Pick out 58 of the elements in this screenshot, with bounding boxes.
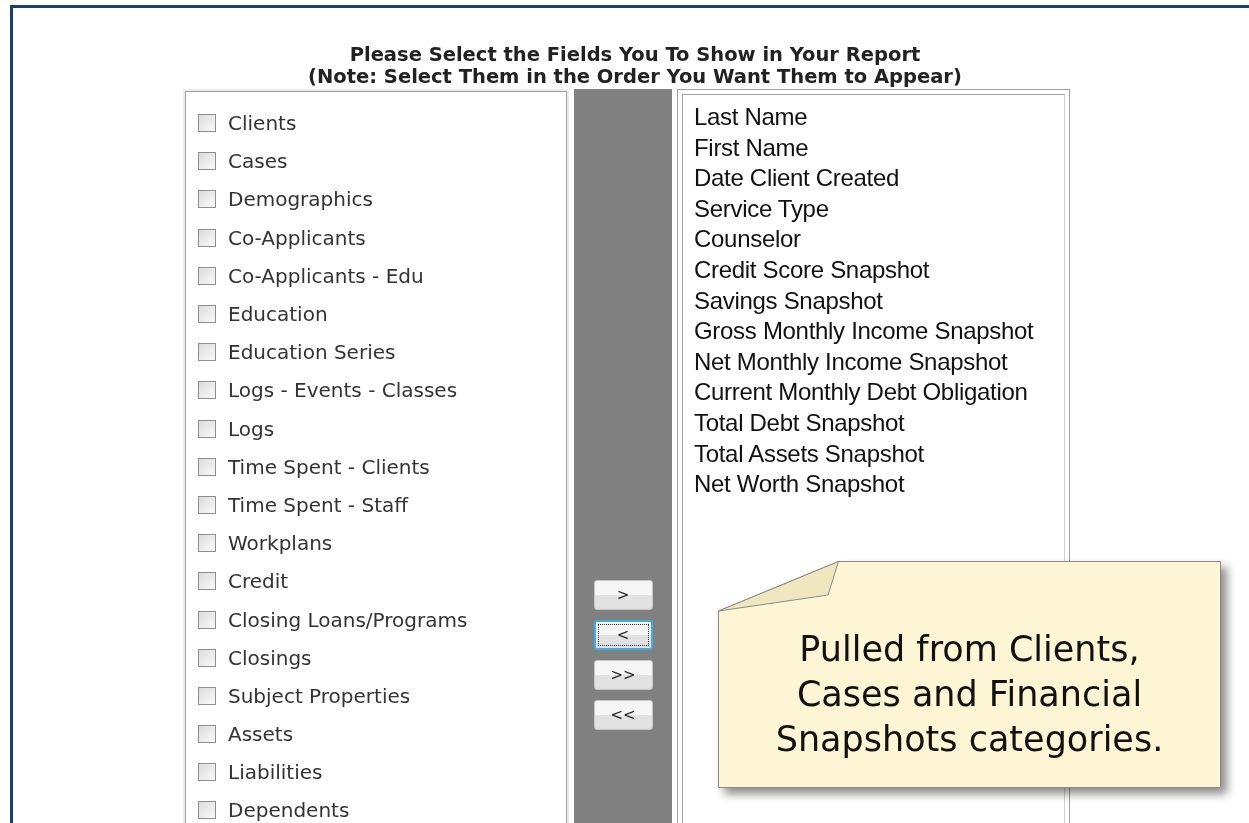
selected-field[interactable]: Credit Score Snapshot (694, 254, 1064, 286)
heading-note: (Note: Select Them in the Order You Want Them to Appear) (307, 66, 963, 88)
selected-field[interactable]: First Name (694, 132, 1064, 164)
checkbox[interactable] (198, 381, 216, 400)
checkbox[interactable] (198, 725, 216, 744)
selected-field[interactable]: Current Monthly Debt Obligation (694, 377, 1064, 408)
selected-field[interactable]: Savings Snapshot (694, 285, 1064, 317)
selected-field[interactable]: Gross Monthly Income Snapshot (694, 316, 1064, 347)
checkbox[interactable] (198, 419, 216, 438)
selected-field[interactable]: Total Assets Snapshot (694, 438, 1064, 470)
callout-text: Pulled from Clients, Cases and Financial Snapshots categories. (774, 628, 1165, 761)
checkbox[interactable] (198, 152, 216, 171)
move-button[interactable]: < (593, 620, 653, 650)
checkbox[interactable] (198, 648, 216, 667)
heading-text: Please Select the Fields You To Show in Your Report (348, 44, 922, 66)
checkbox[interactable] (198, 801, 216, 820)
checkbox[interactable] (198, 686, 216, 705)
move-button[interactable]: > (593, 580, 653, 610)
field-label: Clients (228, 111, 297, 136)
checkbox[interactable] (198, 114, 216, 133)
checkbox[interactable] (198, 190, 216, 209)
checkbox[interactable] (198, 457, 216, 476)
field-label: Subject Properties (228, 683, 411, 708)
field-label: Time Spent - Staff (228, 492, 409, 517)
field-label: Logs - Events - Classes (228, 378, 458, 403)
field-label: Dependents (228, 798, 350, 823)
selected-field[interactable]: Counselor (694, 224, 1064, 255)
selected-field[interactable]: Last Name (694, 102, 1064, 133)
field-label: Logs (228, 416, 275, 441)
field-label: Closing Loans/Programs (228, 607, 468, 632)
checkbox[interactable] (198, 572, 216, 591)
checkbox[interactable] (198, 495, 216, 514)
selected-field[interactable]: Total Debt Snapshot (694, 407, 1064, 439)
selected-field[interactable]: Net Monthly Income Snapshot (694, 346, 1064, 378)
field-label: Education Series (228, 340, 396, 365)
field-label: Time Spent - Clients (228, 454, 430, 479)
field-label: Closings (228, 645, 312, 670)
move-button[interactable]: >> (593, 660, 653, 690)
field-label: Credit (228, 569, 289, 594)
checkbox[interactable] (198, 534, 216, 553)
move-button[interactable]: << (593, 700, 653, 730)
checkbox[interactable] (198, 343, 216, 362)
selected-field[interactable]: Service Type (694, 193, 1064, 225)
field-label: Education (228, 302, 328, 327)
field-label: Cases (228, 149, 288, 174)
checkbox[interactable] (198, 266, 216, 285)
checkbox[interactable] (198, 305, 216, 324)
field-label: Assets (228, 722, 294, 747)
field-label: Co-Applicants - Edu (228, 263, 424, 288)
checkbox[interactable] (198, 228, 216, 247)
field-label: Liabilities (228, 760, 323, 785)
field-label: Workplans (228, 531, 333, 556)
field-label: Co-Applicants (228, 225, 366, 250)
field-label: Demographics (228, 187, 373, 212)
selected-field[interactable]: Date Client Created (694, 163, 1064, 194)
checkbox[interactable] (198, 610, 216, 629)
selected-field[interactable]: Net Worth Snapshot (694, 469, 1064, 500)
checkbox[interactable] (198, 763, 216, 782)
